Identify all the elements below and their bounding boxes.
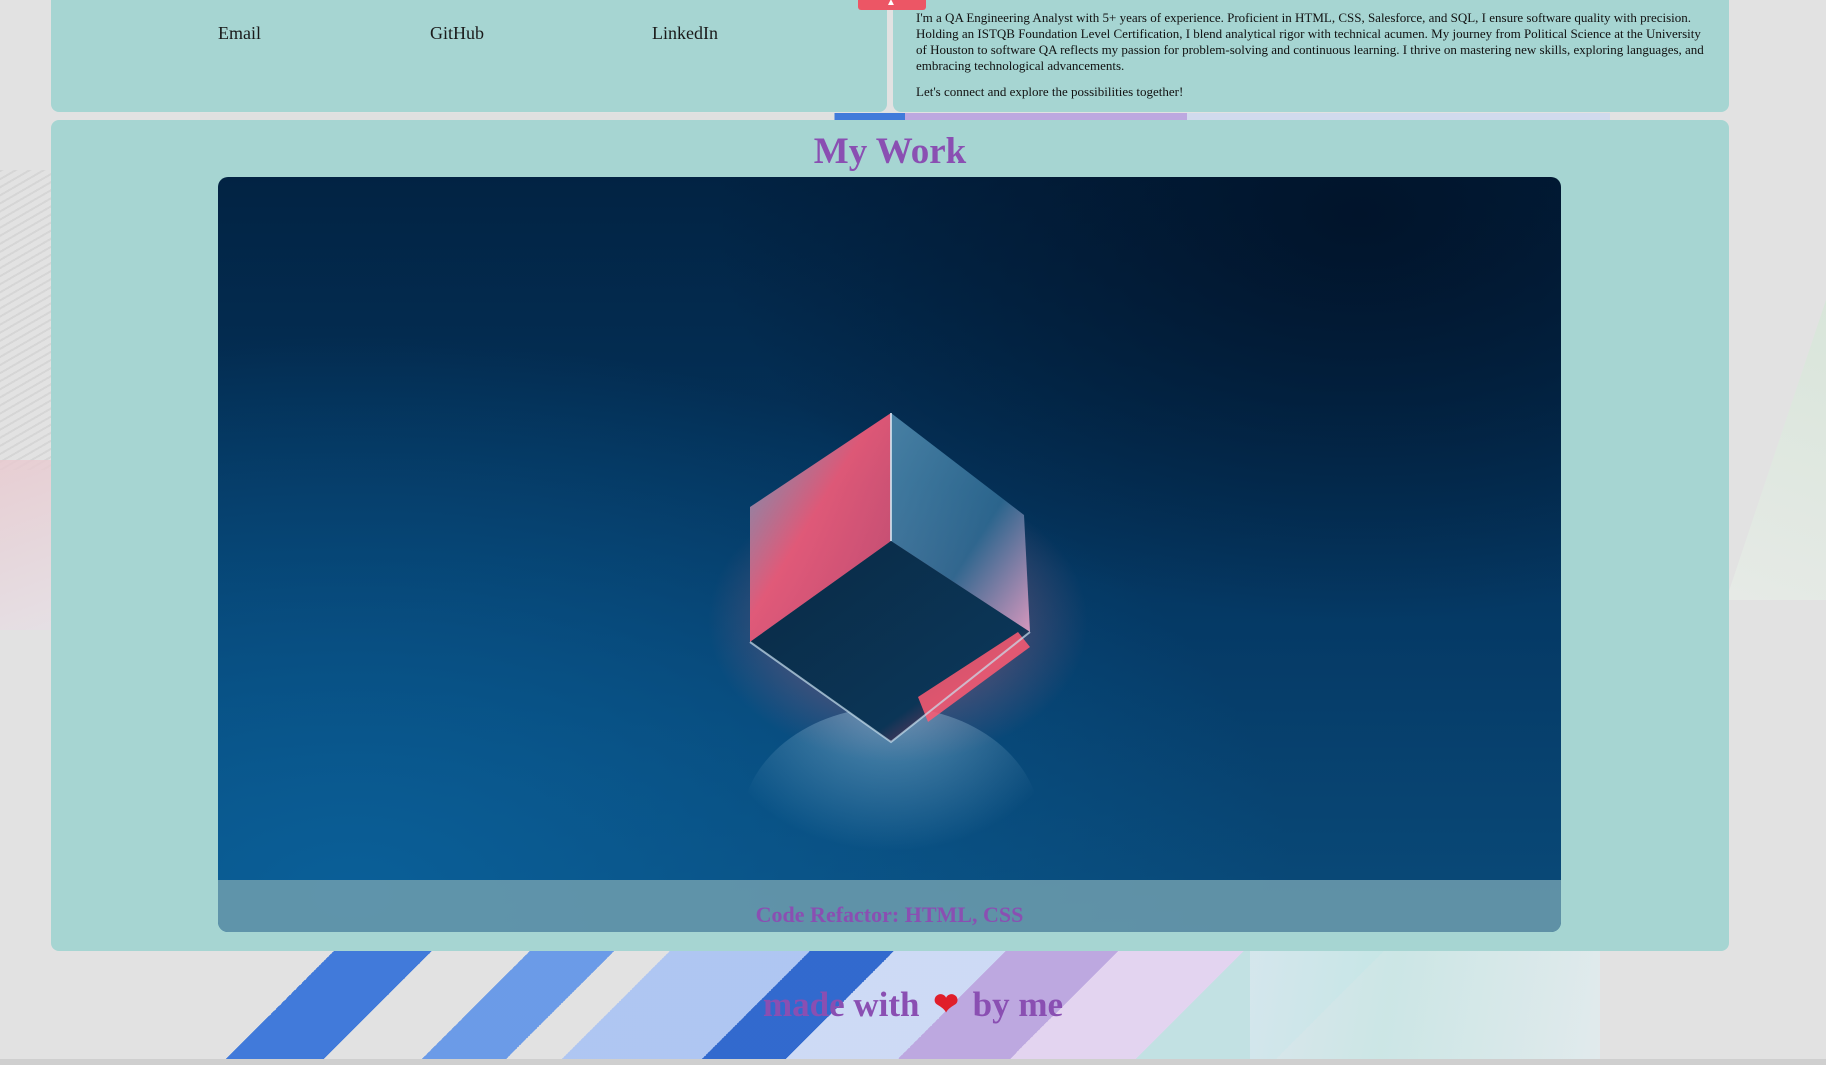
email-link[interactable]: Email <box>218 23 261 44</box>
about-cta: Let's connect and explore the possibilit… <box>916 84 1184 99</box>
contact-links: Email GitHub LinkedIn <box>51 13 887 43</box>
background-pink-shape <box>0 460 55 630</box>
about-text: I'm a QA Engineering Analyst with 5+ yea… <box>916 10 1706 110</box>
about-paragraph: I'm a QA Engineering Analyst with 5+ yea… <box>916 10 1704 73</box>
horizontal-scrollbar[interactable] <box>0 1059 1826 1065</box>
contact-card: Email GitHub LinkedIn <box>51 0 887 112</box>
footer: made with ❤ by me <box>0 985 1826 1025</box>
heart-icon: ❤ <box>933 988 959 1021</box>
footer-text-before: made with <box>762 985 920 1024</box>
project-caption: Code Refactor: HTML, CSS <box>218 880 1561 932</box>
project-card[interactable]: Code Refactor: HTML, CSS <box>218 177 1561 932</box>
work-title: My Work <box>813 131 967 172</box>
background-right-shape <box>1726 300 1826 600</box>
about-card: I'm a QA Engineering Analyst with 5+ yea… <box>893 0 1729 112</box>
scroll-top-ribbon[interactable]: ▲ <box>858 0 926 10</box>
github-link[interactable]: GitHub <box>430 23 484 44</box>
work-section: My Work Code Refactor: HTML, CSS <box>51 120 1729 951</box>
up-arrow-icon: ▲ <box>886 0 896 8</box>
prism-cube-image <box>708 413 1088 932</box>
footer-text-after: by me <box>972 985 1064 1024</box>
page: Email GitHub LinkedIn I'm a QA Engineeri… <box>0 0 1826 1065</box>
linkedin-link[interactable]: LinkedIn <box>652 23 718 44</box>
